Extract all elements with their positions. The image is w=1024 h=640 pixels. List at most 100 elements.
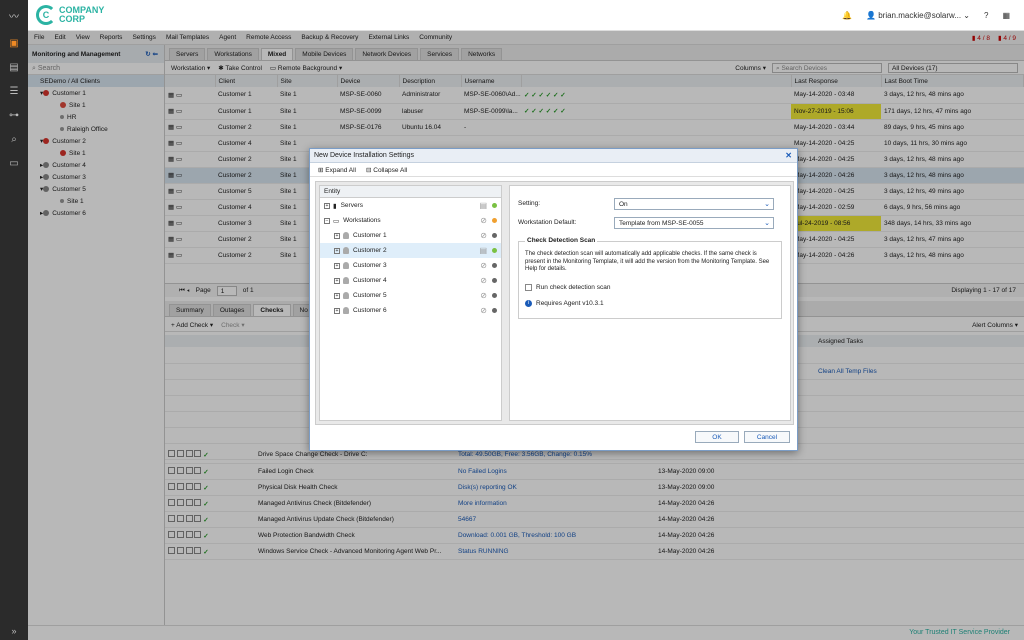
table-row[interactable]: ▦ ▭ Customer 1 Site 1 MSP-SE-0060 Administra… xyxy=(165,87,1024,104)
tree-node[interactable]: Raleigh Office xyxy=(28,123,164,135)
add-check-button[interactable]: + Add Check ▾ xyxy=(171,321,213,329)
tree-root[interactable]: SEDemo / All Clients xyxy=(28,75,164,87)
check-row[interactable]: ✓ Windows Service Check - Advanced Monito… xyxy=(165,543,1024,560)
tree-node[interactable]: Site 1 xyxy=(28,195,164,207)
columns-dropdown[interactable]: Columns ▾ xyxy=(735,64,766,72)
tab-summary[interactable]: Summary xyxy=(169,304,211,316)
tab-network-devices[interactable]: Network Devices xyxy=(355,48,419,60)
run-scan-checkbox[interactable]: Run check detection scan xyxy=(525,284,610,291)
col-site[interactable]: Site xyxy=(277,75,338,87)
entity-tree: Entity + ▮ Servers ▤ − ▭ Workstations ⊘ + Custo… xyxy=(319,185,502,421)
table-row[interactable]: ▦ ▭ Customer 2 Site 1 MSP-SE-0176 Ubuntu 16.… xyxy=(165,119,1024,136)
menu-settings[interactable]: Settings xyxy=(132,34,156,41)
alert-count-b[interactable]: ▮ 4 / 9 xyxy=(998,34,1016,42)
page-input[interactable]: 1 xyxy=(216,285,237,296)
tree-node[interactable]: ▾ Customer 1 xyxy=(28,87,164,99)
network-icon[interactable]: ⊶ xyxy=(0,103,28,127)
tab-servers[interactable]: Servers xyxy=(169,48,206,60)
menu-view[interactable]: View xyxy=(76,34,90,41)
tab-outages[interactable]: Outages xyxy=(212,304,252,316)
search-device-icon[interactable]: ⌕ xyxy=(0,127,28,151)
collapse-all-button[interactable]: ⊟ Collapse All xyxy=(366,166,407,174)
entity-row-customer[interactable]: + Customer 6 ⊘ xyxy=(320,303,501,318)
col-client[interactable]: Client xyxy=(215,75,278,87)
menu-community[interactable]: Community xyxy=(419,34,452,41)
tree-search[interactable]: ⌕ Search xyxy=(28,63,164,75)
tab-mixed[interactable]: Mixed xyxy=(260,48,294,60)
close-icon[interactable]: ✕ xyxy=(785,151,792,160)
ok-button[interactable]: OK xyxy=(695,431,739,443)
workstation-default-select[interactable]: Template from MSP-SE-0055 ⌄ xyxy=(614,217,774,229)
first-page-icon[interactable]: ⏮ ◂ xyxy=(179,287,190,295)
menu-remote-access[interactable]: Remote Access xyxy=(246,34,291,41)
refresh-icon[interactable]: ↻ ⇐ xyxy=(145,50,164,58)
check-row[interactable]: ✓ Web Protection Bandwidth Check Download:… xyxy=(165,527,1024,544)
workstation-dropdown[interactable]: Workstation ▾ xyxy=(171,64,210,72)
col-description[interactable]: Description xyxy=(399,75,462,87)
alert-columns-dropdown[interactable]: Alert Columns ▾ xyxy=(972,321,1018,329)
entity-row-workstations[interactable]: − ▭ Workstations ⊘ xyxy=(320,213,501,228)
cancel-button[interactable]: Cancel xyxy=(744,431,790,443)
filter-icon[interactable]: ☰ xyxy=(0,79,28,103)
entity-row-customer[interactable]: + Customer 1 ⊘ xyxy=(320,228,501,243)
dashboard-icon[interactable]: 〰 xyxy=(0,0,28,31)
expand-all-button[interactable]: ⊞ Expand All xyxy=(318,166,356,174)
user-menu[interactable]: 👤 brian.mackie@solarw... ⌄ xyxy=(866,11,970,20)
check-row[interactable]: ✓ Failed Login Check No Failed Logins 13-Ma… xyxy=(165,463,1024,480)
tree-node[interactable]: ▸ Customer 6 xyxy=(28,207,164,219)
tree-node[interactable]: ▸ Customer 4 xyxy=(28,159,164,171)
menu-backup[interactable]: Backup & Recovery xyxy=(301,34,358,41)
scan-description: The check detection scan will automatica… xyxy=(525,251,770,272)
col-status-icons[interactable] xyxy=(521,75,792,87)
tab-workstations[interactable]: Workstations xyxy=(207,48,259,60)
entity-row-customer[interactable]: + Customer 4 ⊘ xyxy=(320,273,501,288)
table-row[interactable]: ▦ ▭ Customer 1 Site 1 MSP-SE-0099 labuser MSP… xyxy=(165,103,1024,120)
tab-mobile-devices[interactable]: Mobile Devices xyxy=(295,48,354,60)
help-icon[interactable]: ? xyxy=(984,11,988,20)
menu-file[interactable]: File xyxy=(34,34,44,41)
bell-icon[interactable]: 🔔 xyxy=(842,11,852,20)
report-icon[interactable]: ▭ xyxy=(0,151,28,175)
entity-row-customer[interactable]: + Customer 3 ⊘ xyxy=(320,258,501,273)
menu-external-links[interactable]: External Links xyxy=(368,34,409,41)
settings-panel: Setting: On ⌄ Workstation Default: Templa… xyxy=(509,185,791,421)
setting-select[interactable]: On ⌄ xyxy=(614,198,774,210)
entity-row-customer[interactable]: + Customer 2 ▤ xyxy=(320,243,501,258)
check-row[interactable]: ✓ Managed Antivirus Check (Bitdefender) Mo… xyxy=(165,495,1024,512)
tree-node[interactable]: Site 1 xyxy=(28,147,164,159)
apps-grid-icon[interactable]: ▦ xyxy=(1002,11,1010,20)
alert-count-a[interactable]: ▮ 4 / 8 xyxy=(972,34,990,42)
device-filter-select[interactable]: All Devices (17) xyxy=(888,62,1018,73)
check-dropdown[interactable]: Check ▾ xyxy=(221,321,245,329)
col-last-boot[interactable]: Last Boot Time xyxy=(881,75,1024,87)
tab-checks[interactable]: Checks xyxy=(253,304,291,316)
col-last-response[interactable]: Last Response xyxy=(791,75,882,87)
menu-edit[interactable]: Edit xyxy=(54,34,65,41)
tree-node[interactable]: ▾ Customer 5 xyxy=(28,183,164,195)
check-row[interactable]: ✓ Physical Disk Health Check Disk(s) repor… xyxy=(165,479,1024,496)
logo-line2: CORP xyxy=(59,14,86,24)
menu-mail-templates[interactable]: Mail Templates xyxy=(166,34,209,41)
tree-node[interactable]: Site 1 xyxy=(28,99,164,111)
tab-services[interactable]: Services xyxy=(420,48,460,60)
search-devices-input[interactable]: ⌕ Search Devices xyxy=(772,62,882,73)
layout-icon[interactable]: ▤ xyxy=(0,55,28,79)
menu-agent[interactable]: Agent xyxy=(219,34,236,41)
tree-node[interactable]: ▾ Customer 2 xyxy=(28,135,164,147)
tree-node[interactable]: ▸ Customer 3 xyxy=(28,171,164,183)
entity-row-servers[interactable]: + ▮ Servers ▤ xyxy=(320,198,501,213)
col-username[interactable]: Username xyxy=(461,75,522,87)
tab-networks[interactable]: Networks xyxy=(461,48,503,60)
entity-header: Entity xyxy=(320,186,501,198)
clean-all-temp-files-link[interactable]: Clean All Temp Files xyxy=(815,363,1024,380)
take-control-button[interactable]: ✱ Take Control xyxy=(218,64,262,72)
tree-node[interactable]: HR xyxy=(28,111,164,123)
remote-background-button[interactable]: ▭ Remote Background ▾ xyxy=(270,64,342,72)
menu-reports[interactable]: Reports xyxy=(100,34,123,41)
monitor-icon[interactable]: ▣ xyxy=(0,31,28,55)
entity-row-customer[interactable]: + Customer 5 ⊘ xyxy=(320,288,501,303)
expand-nav-icon[interactable]: » xyxy=(0,626,28,636)
checks-table-lower: ✓ Drive Space Change Check - Drive C: Tota… xyxy=(165,447,1024,560)
col-device[interactable]: Device xyxy=(337,75,400,87)
check-row[interactable]: ✓ Managed Antivirus Update Check (Bitdefe… xyxy=(165,511,1024,528)
